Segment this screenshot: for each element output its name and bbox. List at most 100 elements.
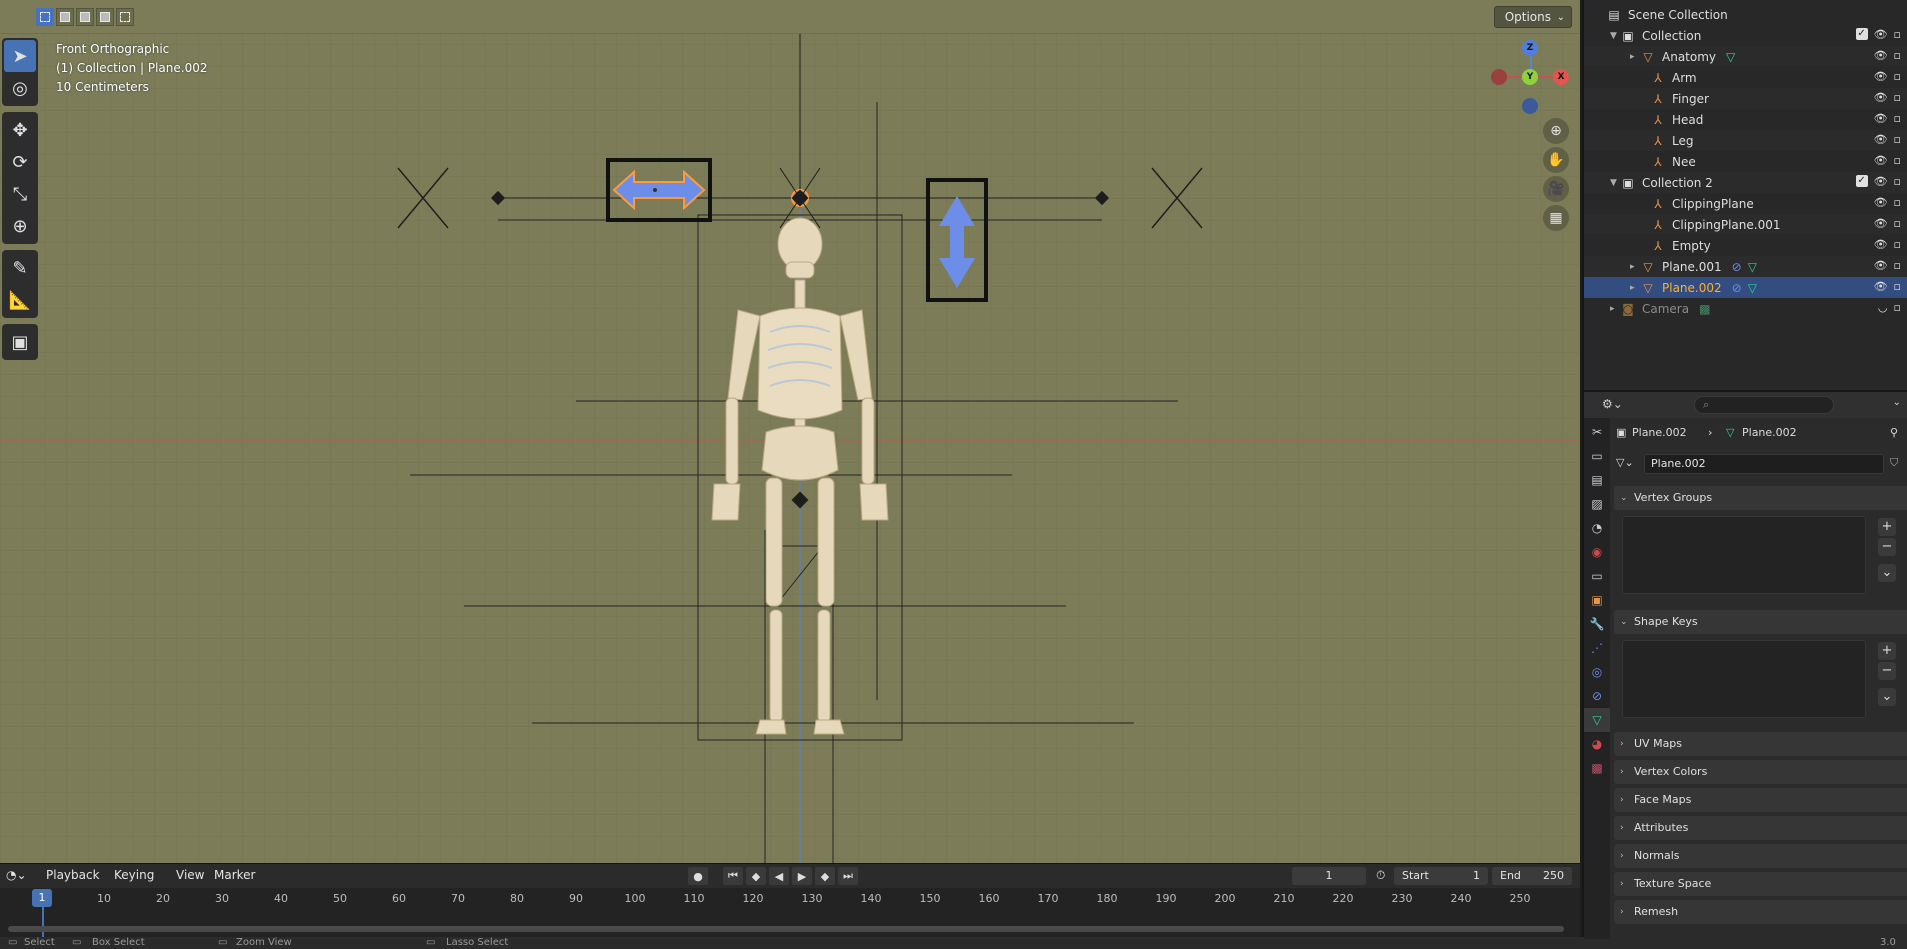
camera-render-icon[interactable]: ▫ <box>1894 238 1901 251</box>
stopwatch-icon[interactable]: ⏱ <box>1376 868 1385 883</box>
world-tab-icon[interactable]: ◉ <box>1584 540 1610 564</box>
properties-editor[interactable]: ⚙⌄ ⌕ ⌄ ✂ ▭ ▤ ▨ ◔ ◉ ▭ ▣ 🔧 ⋰ ◎ ⊘ ▽ ◕ ▩ ▣ P… <box>1582 390 1907 939</box>
transform-icon[interactable]: ⊕ <box>4 210 36 242</box>
eye-icon[interactable]: 👁 <box>1874 28 1888 41</box>
add-vertex-group-button[interactable]: + <box>1878 518 1896 536</box>
constraint-icon[interactable]: ⊘ <box>1732 260 1742 274</box>
gizmo-neg-x-axis[interactable] <box>1491 69 1507 85</box>
select-cursor-icon[interactable]: ➤ <box>4 40 36 72</box>
editor-type-icon[interactable]: ⚙⌄ <box>1602 397 1623 411</box>
gizmo-z-axis[interactable]: Z <box>1522 40 1538 56</box>
outliner-item-plane-001[interactable]: ▸ ▽ Plane.001 ⊘ ▽ 👁 ▫ <box>1584 256 1907 277</box>
outliner-item-leg[interactable]: ⅄ Leg 👁 ▫ <box>1584 130 1907 151</box>
mesh-name-field[interactable]: Plane.002 <box>1644 454 1884 474</box>
collapse-triangle-icon[interactable]: ▼ <box>1610 31 1620 41</box>
camera-render-icon[interactable]: ▫ <box>1894 49 1901 62</box>
collection-tab-icon[interactable]: ▭ <box>1584 564 1610 588</box>
camera-render-icon[interactable]: ▫ <box>1894 175 1901 188</box>
camera-render-icon[interactable]: ▫ <box>1894 259 1901 272</box>
outliner-item-clippingplane[interactable]: ⅄ ClippingPlane 👁 ▫ <box>1584 193 1907 214</box>
scale-icon[interactable]: ⤡ <box>4 178 36 210</box>
prev-keyframe-icon[interactable]: ◆ <box>746 867 766 885</box>
navigation-gizmo[interactable]: Z Y X <box>1490 40 1570 120</box>
pan-hand-icon[interactable]: ✋ <box>1543 147 1569 173</box>
3d-viewport[interactable]: Options ⌄ Front Orthographic (1) Collect… <box>0 0 1580 863</box>
mesh-data-icon[interactable]: ▽ <box>1748 281 1757 295</box>
scene-collection-row[interactable]: ▤ Scene Collection <box>1584 4 1907 25</box>
expand-triangle-icon[interactable]: ▸ <box>1630 283 1640 293</box>
timeline-scrollbar[interactable] <box>8 926 1564 932</box>
panel-attributes[interactable]: › Attributes <box>1614 816 1907 840</box>
move-icon[interactable]: ✥ <box>4 114 36 146</box>
menu-keying[interactable]: Keying <box>114 868 154 882</box>
outliner-item-arm[interactable]: ⅄ Arm 👁 ▫ <box>1584 67 1907 88</box>
camera-view-icon[interactable]: 🎥 <box>1543 176 1569 202</box>
outliner-item-finger[interactable]: ⅄ Finger 👁 ▫ <box>1584 88 1907 109</box>
constraint-icon[interactable]: ⊘ <box>1732 281 1742 295</box>
eye-icon[interactable]: 👁 <box>1874 49 1888 62</box>
panel-face-maps[interactable]: › Face Maps <box>1614 788 1907 812</box>
menu-playback[interactable]: Playback <box>46 868 100 882</box>
particles-tab-icon[interactable]: ⋰ <box>1584 636 1610 660</box>
ortho-grid-icon[interactable]: ▦ <box>1543 205 1569 231</box>
panel-texture-space[interactable]: › Texture Space <box>1614 872 1907 896</box>
camera-render-icon[interactable]: ▫ <box>1894 112 1901 125</box>
camera-render-icon[interactable]: ▫ <box>1894 196 1901 209</box>
gizmo-x-axis[interactable]: X <box>1553 69 1569 85</box>
camera-render-icon[interactable]: ▫ <box>1894 301 1901 314</box>
mesh-data-tab-icon[interactable]: ▽ <box>1584 708 1610 732</box>
object-tab-icon[interactable]: ▣ <box>1584 588 1610 612</box>
current-frame-field[interactable]: 1 <box>1292 867 1366 885</box>
gizmo-y-axis[interactable]: Y <box>1522 69 1538 85</box>
jump-start-icon[interactable]: ⏮ <box>723 867 743 885</box>
modifier-wrench-icon[interactable]: 🔧 <box>1584 612 1610 636</box>
record-icon[interactable]: ● <box>688 867 708 885</box>
shape-key-specials-button[interactable]: ⌄ <box>1878 688 1896 706</box>
outliner-item-nee[interactable]: ⅄ Nee 👁 ▫ <box>1584 151 1907 172</box>
rotate-icon[interactable]: ⟳ <box>4 146 36 178</box>
expand-triangle-icon[interactable]: ▸ <box>1610 304 1620 314</box>
exclude-checkbox[interactable]: ✓ <box>1855 175 1868 187</box>
playhead-frame-badge[interactable]: 1 <box>32 889 52 907</box>
menu-marker[interactable]: Marker <box>214 868 255 882</box>
eye-closed-icon[interactable]: ◡ <box>1878 301 1888 314</box>
material-tab-icon[interactable]: ◕ <box>1584 732 1610 756</box>
annotate-icon[interactable]: ✎ <box>4 252 36 284</box>
eye-icon[interactable]: 👁 <box>1874 154 1888 167</box>
timeline-editor[interactable]: ◔⌄ Playback Keying View Marker ● ⏮ ◆ ◀ ▶… <box>0 863 1580 937</box>
texture-tab-icon[interactable]: ▩ <box>1584 756 1610 780</box>
camera-render-icon[interactable]: ▫ <box>1894 280 1901 293</box>
frame-ruler[interactable]: 10 20 30 40 50 60 70 80 90 100 110 120 1… <box>0 890 1580 910</box>
tool-tab-icon[interactable]: ✂ <box>1584 420 1610 444</box>
panel-vertex-colors[interactable]: › Vertex Colors <box>1614 760 1907 784</box>
next-keyframe-icon[interactable]: ◆ <box>815 867 835 885</box>
add-shape-key-button[interactable]: + <box>1878 642 1896 660</box>
outliner-item-head[interactable]: ⅄ Head 👁 ▫ <box>1584 109 1907 130</box>
outliner-item-collection-2[interactable]: ▼ ▣ Collection 2 ✓ 👁 ▫ <box>1584 172 1907 193</box>
collapse-triangle-icon[interactable]: ▼ <box>1610 178 1620 188</box>
eye-icon[interactable]: 👁 <box>1874 112 1888 125</box>
expand-triangle-icon[interactable]: ▸ <box>1630 262 1640 272</box>
pin-icon[interactable]: ⚲ <box>1890 426 1898 439</box>
constraint-tab-icon[interactable]: ⊘ <box>1584 684 1610 708</box>
chevron-down-icon[interactable]: ⌄ <box>1893 397 1901 408</box>
outliner-item-camera[interactable]: ▸ ◙ Camera ▩ ◡ ▫ <box>1584 298 1907 319</box>
measure-icon[interactable]: 📐 <box>4 284 36 316</box>
outliner-item-anatomy[interactable]: ▸ ▽ Anatomy ▽ 👁 ▫ <box>1584 46 1907 67</box>
eye-icon[interactable]: 👁 <box>1874 238 1888 251</box>
outliner-item-collection[interactable]: ▼ ▣ Collection ✓ 👁 ▫ <box>1584 25 1907 46</box>
vertex-groups-list[interactable] <box>1622 516 1866 594</box>
mesh-data-icon[interactable]: ▽ <box>1748 260 1757 274</box>
eye-icon[interactable]: 👁 <box>1874 91 1888 104</box>
vertex-group-specials-button[interactable]: ⌄ <box>1878 564 1896 582</box>
play-icon[interactable]: ▶ <box>792 867 812 885</box>
editor-type-icon[interactable]: ◔⌄ <box>6 868 27 882</box>
playhead-line[interactable] <box>42 907 44 937</box>
scene-tab-icon[interactable]: ◔ <box>1584 516 1610 540</box>
camera-data-icon[interactable]: ▩ <box>1699 302 1710 316</box>
zoom-icon[interactable]: ⊕ <box>1543 118 1569 144</box>
menu-view[interactable]: View <box>176 868 204 882</box>
exclude-checkbox[interactable]: ✓ <box>1855 28 1868 40</box>
camera-render-icon[interactable]: ▫ <box>1894 217 1901 230</box>
add-cube-icon[interactable]: ▣ <box>4 326 36 358</box>
